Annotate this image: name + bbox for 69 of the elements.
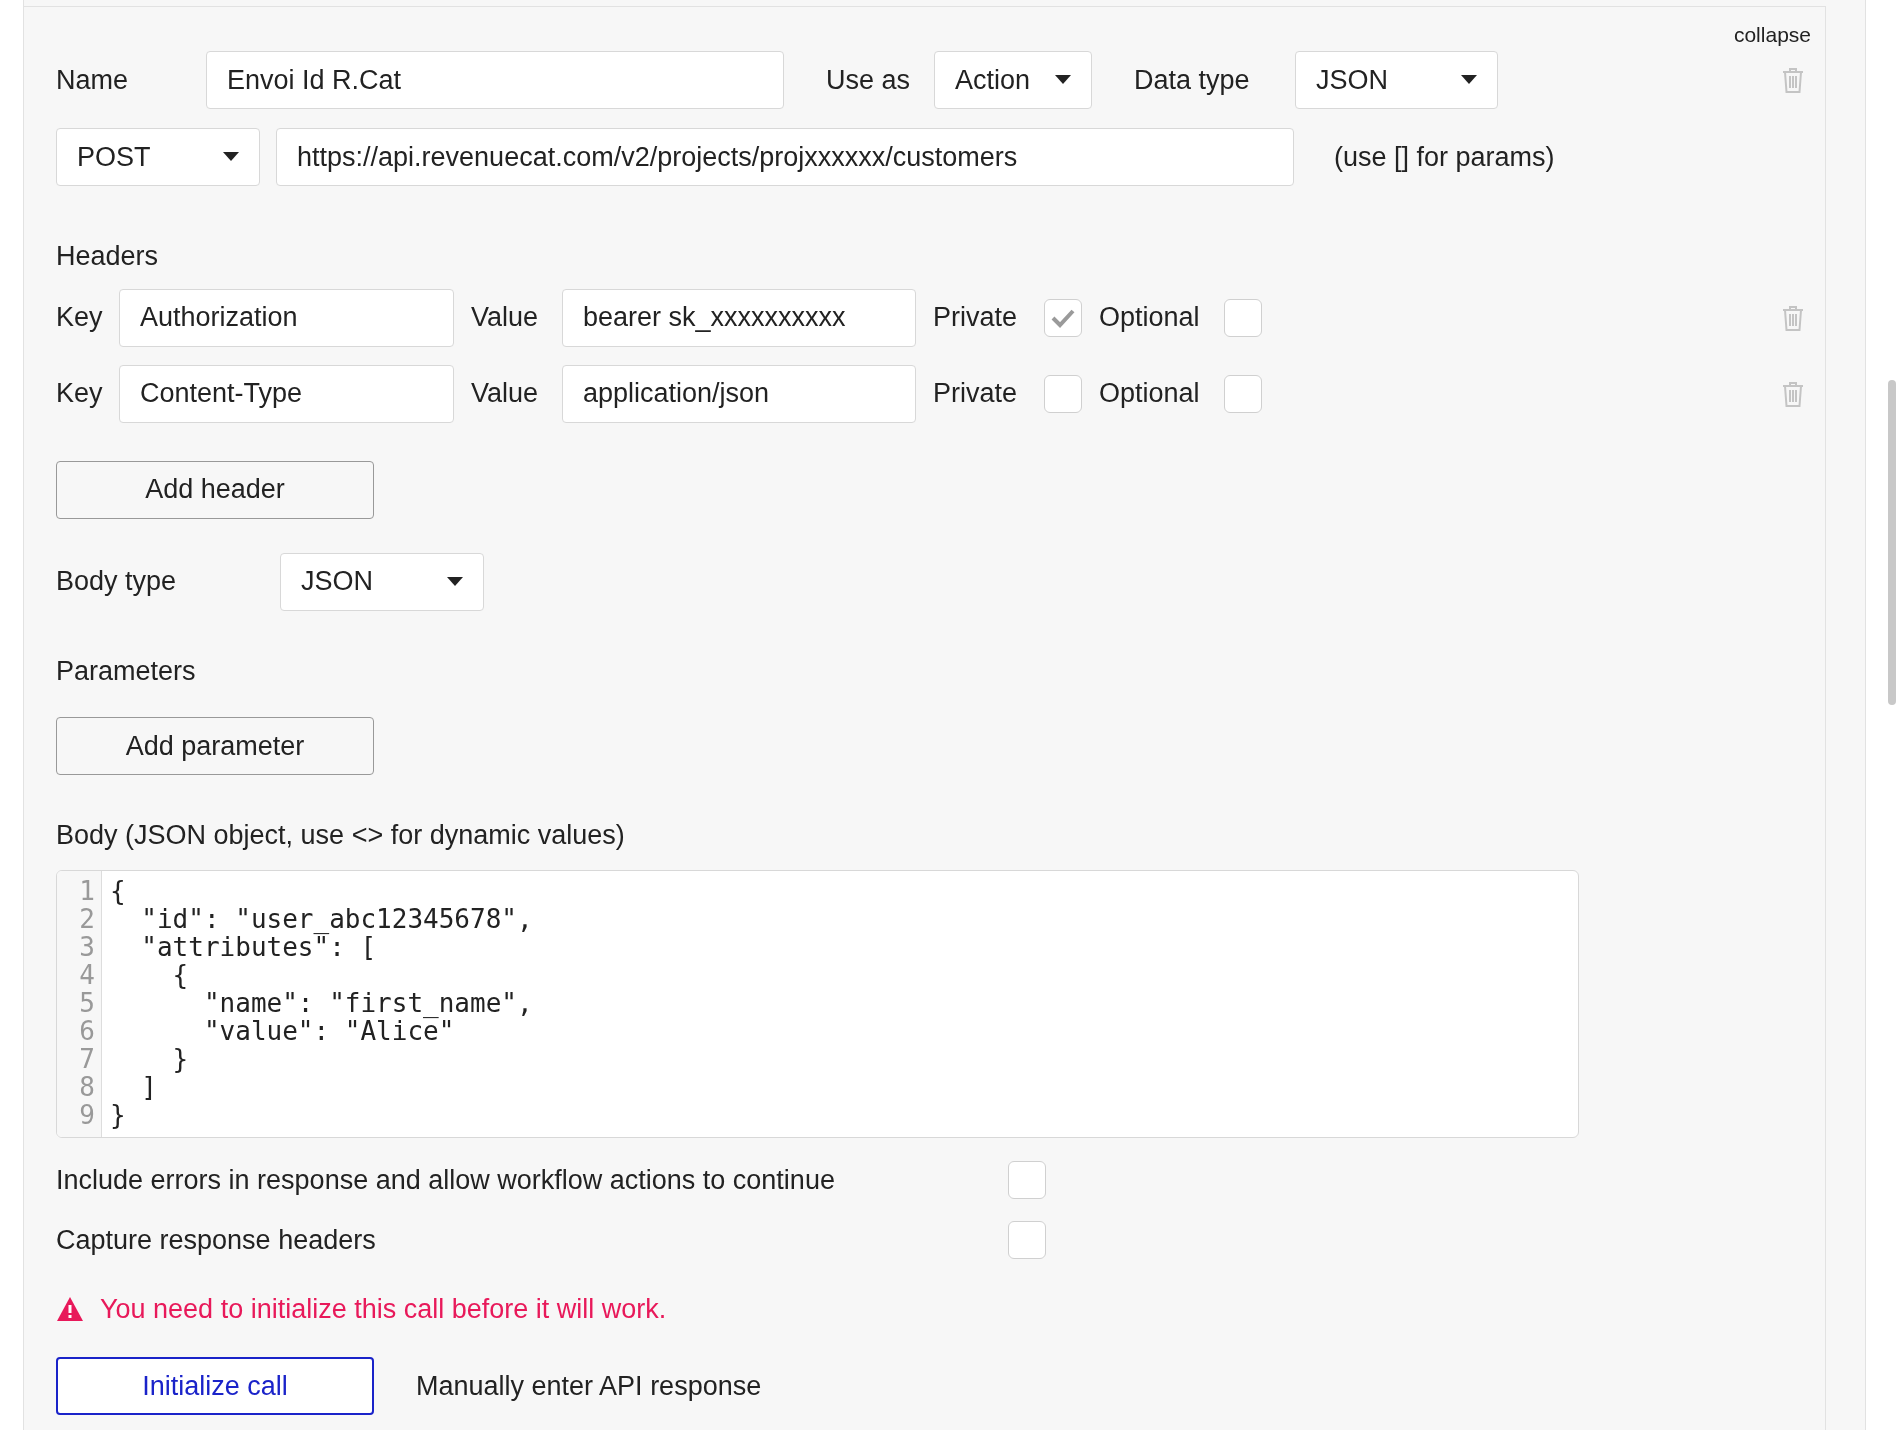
initialize-call-button[interactable]: Initialize call (56, 1357, 374, 1415)
dropdown[interactable]: JSON (280, 552, 484, 611)
code-line: "attributes": [ (140, 932, 377, 961)
line-number: 1 (79, 876, 95, 905)
collapse-link[interactable]: collapse (1733, 19, 1811, 51)
manual-response-link[interactable]: Manually enter API response (416, 1365, 762, 1407)
code-line: } (110, 1100, 127, 1129)
field-label: Name (56, 63, 130, 97)
key-field[interactable]: Authorization (119, 288, 454, 347)
url-field[interactable]: https://api.revenuecat.com/v2/projects/projxxxxxx/customers (276, 128, 1294, 186)
key-field[interactable]: Content-Type (119, 364, 454, 423)
code-line: "value": "Alice" (202, 1016, 455, 1045)
add-parameter-button[interactable]: Add parameter (56, 717, 374, 775)
line-number: 3 (79, 932, 95, 961)
code-line: "id": "user_abc12345678", (140, 904, 533, 933)
field-label: Use as (826, 63, 912, 97)
field-label: Value (471, 377, 540, 411)
caret-icon (1461, 75, 1477, 85)
scrollbar[interactable] (1888, 380, 1896, 705)
line-number: 5 (79, 988, 95, 1017)
line-number: 8 (79, 1072, 95, 1101)
code-editor[interactable]: 1 2 3 4 5 6 7 8 9 { "id": "user_abc12345678", "attributes": [ { "name": "first_name", "value": "Alice" } ] } (56, 869, 1579, 1138)
field-label: Key (56, 301, 104, 335)
field-label: Optional (1099, 301, 1201, 335)
code-line: { (110, 876, 127, 905)
code-line: ] (140, 1072, 158, 1101)
dropdown[interactable]: Action (934, 51, 1092, 109)
field-label: Capture response headers (56, 1224, 377, 1257)
checkbox[interactable] (1008, 1160, 1046, 1199)
field-label: Parameters (56, 654, 196, 688)
field-label: Body (JSON object, use <> for dynamic values) (56, 819, 625, 852)
checkbox[interactable] (1044, 298, 1082, 337)
code-line: { (171, 960, 190, 989)
checkbox[interactable] (1044, 374, 1082, 413)
trash-icon[interactable] (1782, 67, 1804, 93)
field-label: Include errors in response and allow workflow actions to continue (56, 1163, 836, 1197)
field-label: Private (933, 377, 1019, 411)
trash-icon[interactable] (1782, 380, 1804, 407)
field-label: Optional (1099, 377, 1201, 411)
line-number: 4 (79, 960, 95, 989)
add-header-button[interactable]: Add header (56, 460, 374, 519)
warning-message: You need to initialize this call before it will work. (100, 1292, 667, 1326)
checkbox[interactable] (1224, 298, 1262, 337)
value-field[interactable]: bearer sk_xxxxxxxxxx (562, 288, 916, 347)
code-line: "name": "first_name", (202, 988, 533, 1017)
dropdown[interactable]: POST (56, 128, 260, 186)
line-number: 6 (79, 1016, 95, 1045)
field-label: Body type (56, 565, 178, 599)
caret-icon (223, 152, 239, 162)
field-label: (use [] for params) (1334, 140, 1555, 174)
caret-icon (447, 576, 463, 587)
name-field[interactable]: Envoi Id R.Cat (206, 51, 784, 109)
line-number: 2 (79, 904, 95, 933)
value-field[interactable]: application/json (562, 364, 916, 423)
field-label: Value (471, 301, 540, 335)
line-number: 9 (79, 1100, 95, 1129)
dropdown[interactable]: JSON (1295, 51, 1498, 109)
field-label: Data type (1134, 63, 1251, 97)
field-label: Headers (56, 240, 159, 273)
trash-icon[interactable] (1782, 304, 1804, 331)
caret-icon (1055, 75, 1071, 85)
code-line: } (171, 1044, 190, 1073)
checkmark-icon (1051, 307, 1075, 328)
checkbox[interactable] (1224, 374, 1262, 413)
line-number: 7 (79, 1044, 95, 1073)
field-label: Key (56, 377, 104, 411)
field-label: Private (933, 301, 1019, 335)
checkbox[interactable] (1008, 1221, 1046, 1260)
warning-icon (56, 1295, 84, 1322)
